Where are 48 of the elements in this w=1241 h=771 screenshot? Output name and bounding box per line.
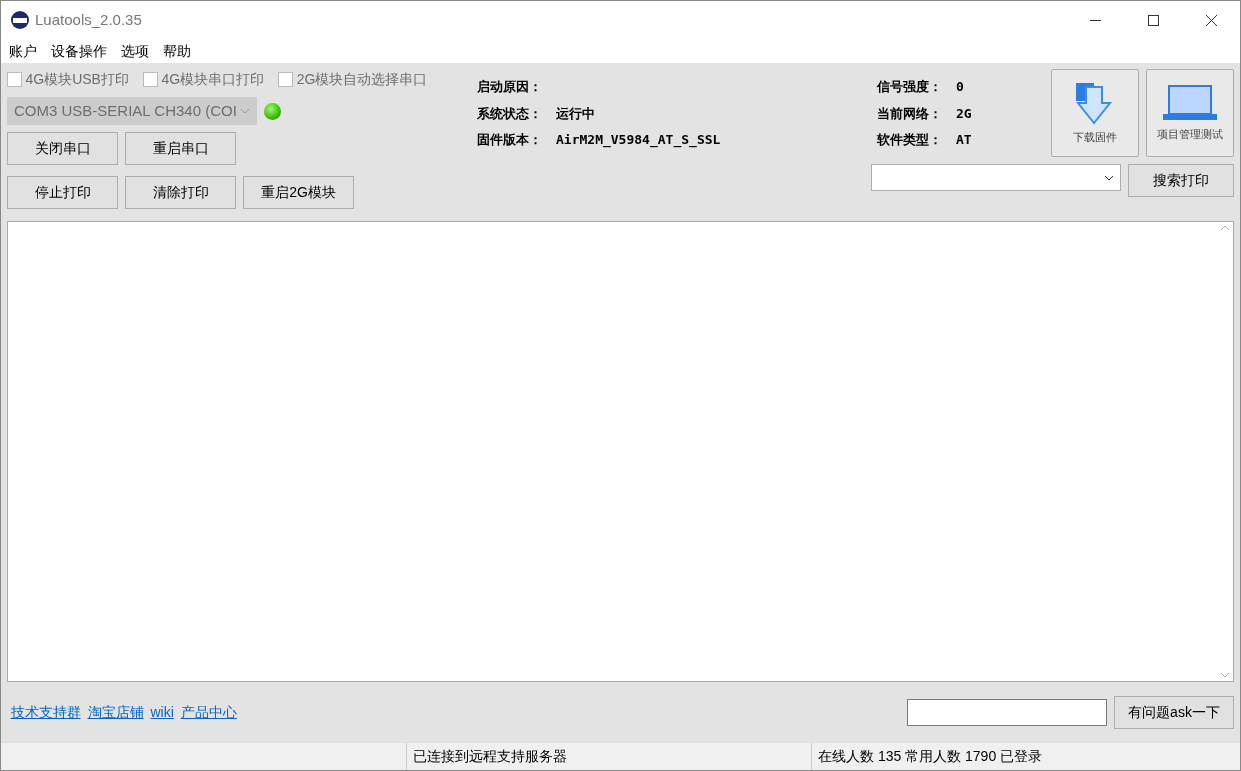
window-title: Luatools_2.0.35 — [35, 9, 142, 30]
checkbox[interactable] — [278, 72, 294, 87]
search-print-button[interactable]: 搜索打印 — [1128, 164, 1234, 197]
scroll-up-icon[interactable] — [1219, 224, 1230, 231]
status-text: 在线人数 135 常用人数 1790 已登录 — [811, 743, 1240, 770]
info-value: AT — [956, 131, 972, 149]
ask-input-field[interactable] — [907, 698, 1107, 726]
checkbox-label[interactable]: 2G模块自动选择串口 — [296, 69, 428, 90]
info-label: 当前网络： — [877, 104, 942, 123]
ask-button[interactable]: 有问题ask一下 — [1114, 695, 1234, 729]
checkbox[interactable] — [142, 72, 158, 87]
menu-item[interactable]: 账户 — [9, 40, 37, 62]
info-label: 系统状态： — [477, 104, 542, 123]
close-icon[interactable] — [1205, 15, 1217, 27]
laptop-icon — [1163, 83, 1217, 122]
maximize-icon[interactable] — [1147, 15, 1159, 27]
app-logo-icon — [11, 11, 29, 29]
print-button[interactable]: 清除打印 — [125, 175, 236, 209]
status-text: 已连接到远程支持服务器 — [406, 743, 811, 770]
print-button[interactable]: 停止打印 — [7, 175, 118, 209]
info-value: 2G — [956, 104, 972, 123]
tool-button[interactable]: 项目管理测试 — [1146, 69, 1234, 157]
scroll-down-icon[interactable] — [1219, 672, 1230, 678]
info-value: AirM2M_V5984_AT_S_SSL — [556, 131, 721, 150]
port-button[interactable]: 关闭串口 — [7, 132, 118, 165]
menu-item[interactable]: 设备操作 — [51, 40, 107, 62]
checkbox[interactable] — [7, 72, 22, 87]
info-label: 固件版本： — [477, 131, 542, 149]
chevron-down-icon — [240, 108, 250, 114]
chevron-down-icon — [1104, 174, 1114, 181]
footer-link[interactable]: wiki — [150, 701, 174, 723]
print-button[interactable]: 重启2G模块 — [243, 175, 354, 209]
info-label: 信号强度： — [877, 78, 942, 96]
info-label: 软件类型： — [877, 131, 942, 149]
checkbox-label[interactable]: 4G模块USB打印 — [25, 69, 129, 90]
tool-button[interactable]: 下载固件 — [1051, 69, 1139, 157]
footer-link[interactable]: 淘宝店铺 — [87, 701, 144, 723]
menu-item[interactable]: 选项 — [121, 40, 149, 62]
search-dropdown[interactable] — [871, 164, 1121, 191]
port-button[interactable]: 重启串口 — [125, 132, 236, 165]
footer-link[interactable]: 产品中心 — [180, 701, 237, 723]
info-value: 运行中 — [556, 104, 595, 123]
checkbox-label[interactable]: 4G模块串口打印 — [161, 69, 265, 90]
info-value: 0 — [956, 78, 964, 96]
info-label: 启动原因： — [477, 78, 542, 96]
minimize-icon[interactable] — [1089, 20, 1101, 22]
footer-link[interactable]: 技术支持群 — [10, 701, 81, 723]
menu-item[interactable]: 帮助 — [163, 40, 191, 62]
